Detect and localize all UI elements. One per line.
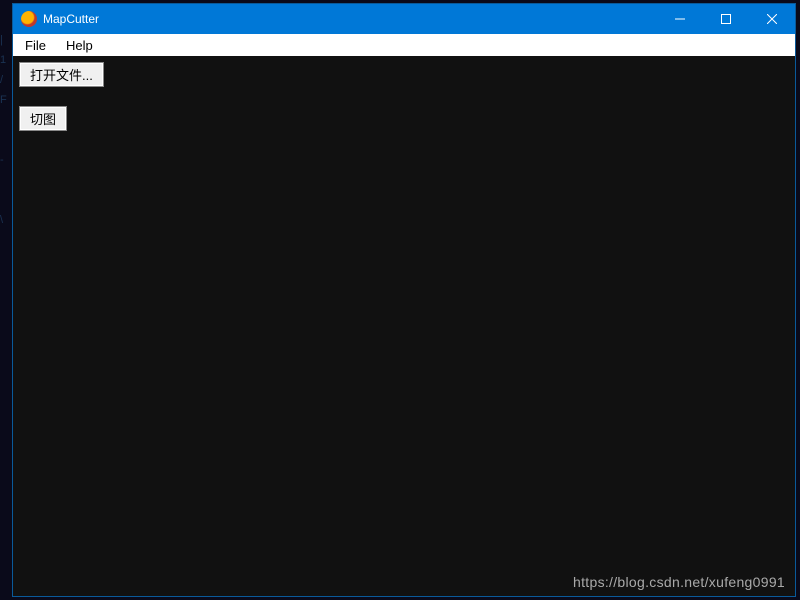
app-window: MapCutter File Help 打开文件... 切图 https://b… xyxy=(12,3,796,597)
app-icon xyxy=(21,11,37,27)
cut-map-button[interactable]: 切图 xyxy=(19,106,67,131)
menu-file[interactable]: File xyxy=(15,36,56,55)
minimize-button[interactable] xyxy=(657,4,703,34)
close-button[interactable] xyxy=(749,4,795,34)
background-editor-hint: |1/F-\ xyxy=(0,30,12,590)
maximize-icon xyxy=(721,14,731,24)
watermark-text: https://blog.csdn.net/xufeng0991 xyxy=(573,574,785,590)
minimize-icon xyxy=(675,14,685,24)
open-file-button[interactable]: 打开文件... xyxy=(19,62,104,87)
titlebar[interactable]: MapCutter xyxy=(13,4,795,34)
maximize-button[interactable] xyxy=(703,4,749,34)
close-icon xyxy=(767,14,777,24)
window-title: MapCutter xyxy=(43,12,99,26)
menu-help[interactable]: Help xyxy=(56,36,103,55)
client-area: 打开文件... 切图 https://blog.csdn.net/xufeng0… xyxy=(13,56,795,596)
menubar: File Help xyxy=(13,34,795,56)
